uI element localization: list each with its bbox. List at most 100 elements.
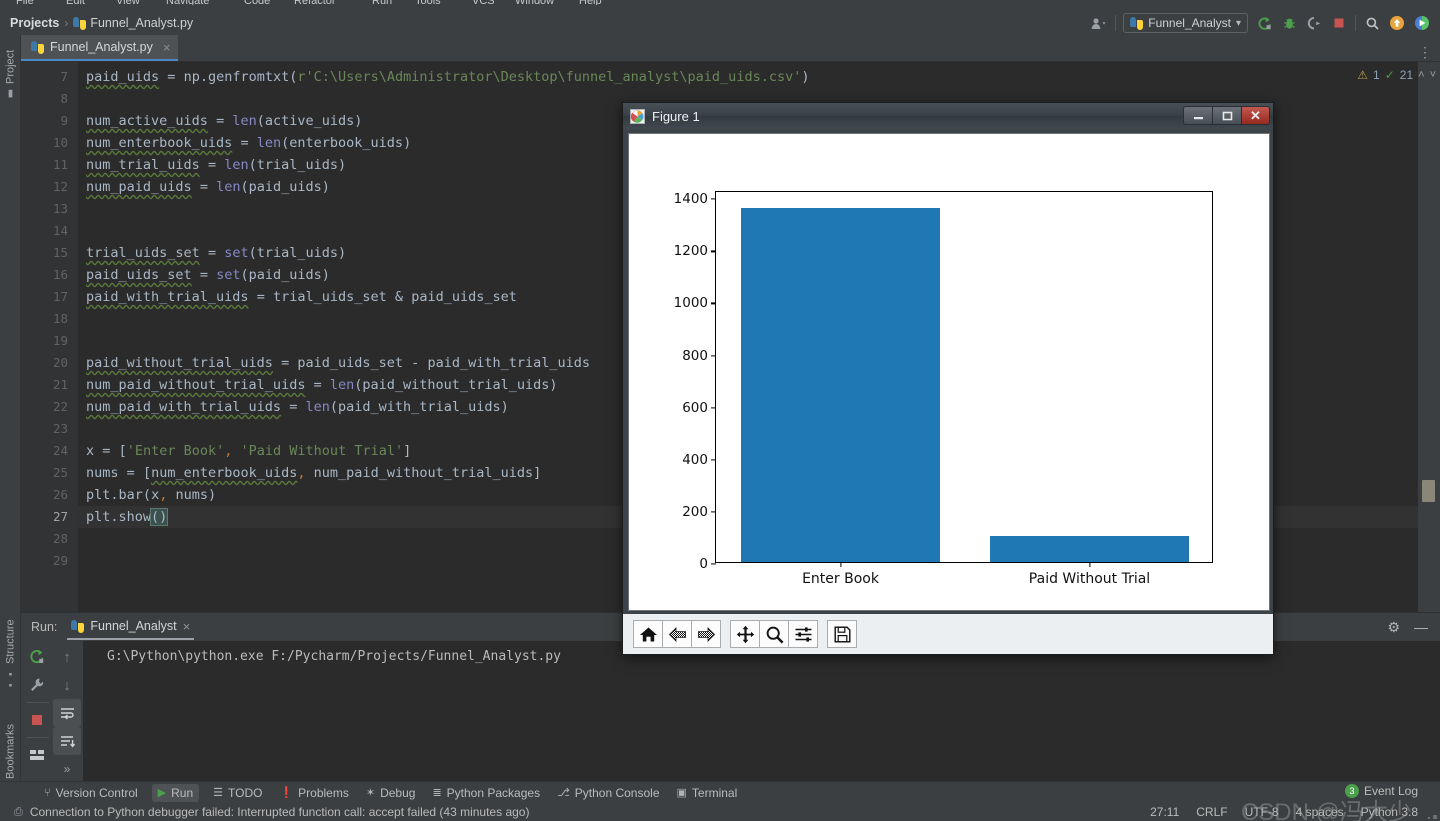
event-log-indicator[interactable]: 3 Event Log (1344, 784, 1418, 798)
stop-icon[interactable] (23, 706, 51, 734)
chevron-up-icon[interactable]: ˄ (1418, 69, 1424, 81)
menu-item-tools[interactable]: Tools (415, 0, 441, 5)
figure-title-bar[interactable]: Figure 1 ✕ (623, 103, 1273, 129)
gear-icon[interactable]: ⚙ (1387, 619, 1400, 636)
close-icon[interactable]: × (183, 619, 191, 634)
forward-arrow-icon[interactable] (691, 620, 721, 648)
window-resize-grip[interactable] (1426, 808, 1438, 820)
line-number[interactable]: 7 (28, 66, 68, 88)
tool-window-python-packages[interactable]: ≣ Python Packages (432, 786, 540, 800)
inspection-widget[interactable]: ⚠ 1 ✓ 21 ˄ ˅ (1357, 68, 1436, 82)
line-number[interactable]: 26 (28, 484, 68, 506)
line-number[interactable]: 8 (28, 88, 68, 110)
tool-window-python-console[interactable]: ⎇ Python Console (557, 786, 659, 800)
menu-item-navigate[interactable]: Navigate (166, 0, 209, 5)
main-menu-bar[interactable]: File Edit View Navigate Code Refactor Run Tools… (0, 0, 1440, 11)
scroll-down-icon[interactable]: ↓ (53, 671, 81, 699)
debug-icon[interactable] (1280, 14, 1298, 32)
line-number[interactable]: 12 (28, 176, 68, 198)
scroll-up-icon[interactable]: ↑ (53, 643, 81, 671)
code-line[interactable]: x = ['Enter Book', 'Paid Without Trial'] (86, 440, 411, 462)
updates-icon[interactable] (1388, 14, 1406, 32)
code-line[interactable]: nums = [num_enterbook_uids, num_paid_wit… (86, 462, 541, 484)
line-number[interactable]: 13 (28, 198, 68, 220)
line-number[interactable]: 16 (28, 264, 68, 286)
menu-item-view[interactable]: View (116, 0, 140, 5)
line-number[interactable]: 9 (28, 110, 68, 132)
layout-icon[interactable] (23, 741, 51, 769)
code-line[interactable]: num_paid_uids = len(paid_uids) (86, 176, 330, 198)
line-number[interactable]: 17 (28, 286, 68, 308)
line-number[interactable]: 28 (28, 528, 68, 550)
line-number[interactable]: 23 (28, 418, 68, 440)
line-number[interactable]: 22 (28, 396, 68, 418)
editor-scrollbar-column[interactable]: ⚠ 1 ✓ 21 ˄ ˅ (1357, 62, 1440, 612)
back-arrow-icon[interactable] (662, 620, 692, 648)
code-line[interactable]: trial_uids_set = set(trial_uids) (86, 242, 346, 264)
chevron-down-icon[interactable]: ▾ (1236, 18, 1241, 29)
code-line[interactable]: plt.bar(x, nums) (86, 484, 216, 506)
code-line[interactable]: paid_without_trial_uids = paid_uids_set … (86, 352, 590, 374)
chevron-down-icon[interactable]: ˅ (1430, 69, 1436, 81)
run-configuration-selector[interactable]: Funnel_Analyst ▾ (1123, 13, 1248, 33)
code-line[interactable]: paid_uids_set = set(paid_uids) (86, 264, 330, 286)
status-item-3[interactable]: 4 spaces (1296, 805, 1344, 819)
home-icon[interactable] (633, 620, 663, 648)
menu-item-refactor[interactable]: Refactor (294, 0, 336, 5)
tool-window-debug[interactable]: ✶ Debug (366, 786, 416, 800)
maximize-button[interactable] (1212, 106, 1241, 125)
ai-assistant-icon[interactable] (1413, 14, 1431, 32)
line-number[interactable]: 25 (28, 462, 68, 484)
line-number[interactable]: 19 (28, 330, 68, 352)
search-icon[interactable] (1363, 14, 1381, 32)
code-line[interactable]: num_active_uids = len(active_uids) (86, 110, 362, 132)
expand-right-icon[interactable]: » (53, 755, 81, 783)
run-panel-tab[interactable]: Funnel_Analyst × (67, 614, 195, 640)
hide-panel-icon[interactable]: — (1414, 619, 1428, 635)
line-number[interactable]: 29 (28, 550, 68, 572)
tool-window-terminal[interactable]: ▣ Terminal (677, 786, 738, 800)
figure-canvas[interactable]: 0 200 400 600 800 1000 1200 1400 Enter Book Paid … (628, 133, 1270, 611)
menu-item-window[interactable]: Window (515, 0, 554, 5)
code-line[interactable]: num_paid_without_trial_uids = len(paid_w… (86, 374, 557, 396)
status-item-4[interactable]: Python 3.8 (1361, 805, 1418, 819)
menu-item-help[interactable]: Help (579, 0, 602, 5)
code-line[interactable]: num_trial_uids = len(trial_uids) (86, 154, 346, 176)
menu-item-run[interactable]: Run (372, 0, 392, 5)
line-number[interactable]: 20 (28, 352, 68, 374)
pan-move-icon[interactable] (730, 620, 760, 648)
status-item-0[interactable]: 27:11 (1150, 805, 1179, 819)
zoom-magnifier-icon[interactable] (759, 620, 789, 648)
status-item-2[interactable]: UTF-8 (1245, 805, 1279, 819)
close-icon[interactable]: × (163, 40, 171, 55)
run-with-coverage-icon[interactable] (1305, 14, 1323, 32)
menu-item-edit[interactable]: Edit (66, 0, 85, 5)
menu-item-vcs[interactable]: VCS (472, 0, 495, 5)
sidebar-item-structure[interactable]: ▪▪ Structure (0, 609, 21, 701)
user-account-icon[interactable] (1090, 14, 1108, 32)
run-icon[interactable] (1255, 14, 1273, 32)
tool-window-problems[interactable]: ❗ Problems (279, 786, 348, 800)
breadcrumb-file[interactable]: Funnel_Analyst.py (90, 16, 193, 30)
line-number[interactable]: 14 (28, 220, 68, 242)
status-item-1[interactable]: CRLF (1196, 805, 1227, 819)
breadcrumb-project[interactable]: Projects (10, 16, 59, 30)
tool-window-version-control[interactable]: ⑂ Version Control (44, 786, 138, 800)
rerun-icon[interactable] (23, 643, 51, 671)
line-number[interactable]: 21 (28, 374, 68, 396)
code-line[interactable]: plt.show() (86, 506, 169, 528)
status-message-area[interactable]: ⎙ Connection to Python debugger failed: … (0, 805, 529, 819)
line-number[interactable]: 18 (28, 308, 68, 330)
matplotlib-figure-window[interactable]: Figure 1 ✕ 0 200 400 600 800 1000 1200 1400 Ente… (622, 102, 1274, 655)
editor-gutter[interactable]: 7 8 9 10 11 12 13 14 15 16 17 18 19 20 21 22 23 24 25 26 27 2… (21, 62, 78, 612)
run-console-output[interactable]: G:\Python\python.exe F:/Pycharm/Projects… (83, 641, 1440, 782)
menu-item-file[interactable]: File (16, 0, 34, 5)
line-number[interactable]: 27 (28, 506, 68, 528)
tool-window-todo[interactable]: ☰ TODO (213, 786, 262, 800)
soft-wrap-icon[interactable] (53, 699, 81, 727)
line-number[interactable]: 10 (28, 132, 68, 154)
editor-tab-funnel-analyst[interactable]: Funnel_Analyst.py × (21, 35, 179, 61)
line-number[interactable]: 15 (28, 242, 68, 264)
tool-window-run[interactable]: ▶ Run (151, 783, 200, 802)
line-number[interactable]: 11 (28, 154, 68, 176)
